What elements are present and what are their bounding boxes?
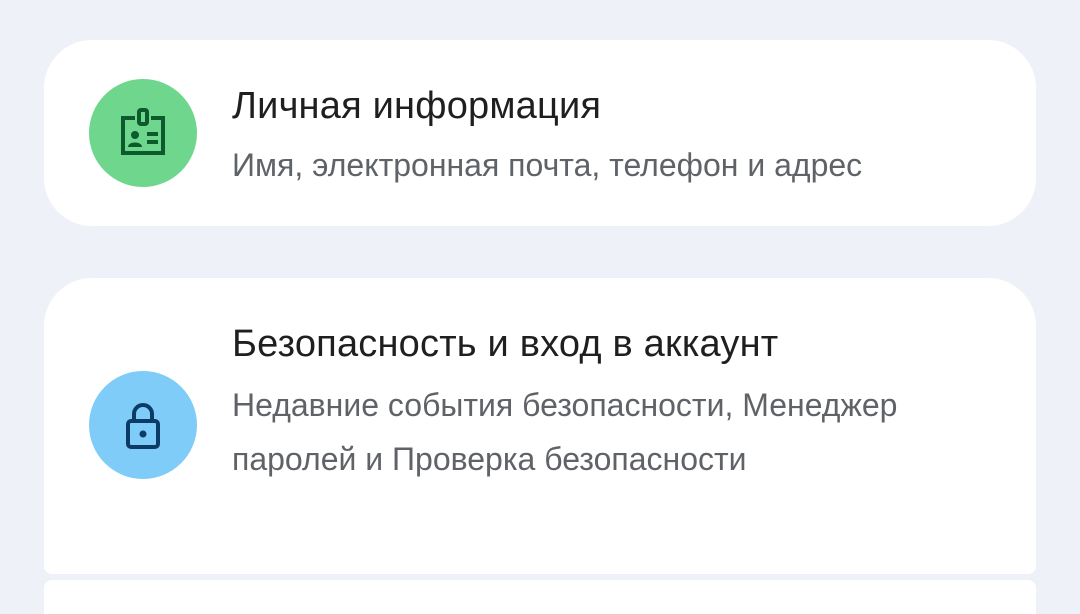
personal-info-text: Личная информация Имя, электронная почта…	[232, 82, 996, 192]
security-icon-circle	[89, 371, 197, 479]
security-title: Безопасность и вход в аккаунт	[232, 323, 779, 365]
badge-icon	[121, 108, 165, 155]
security-subtitle: Недавние события безопасности, Менеджер …	[232, 387, 898, 477]
security-text: Безопасность и вход в аккаунт Недавние с…	[232, 320, 996, 486]
account-settings-screen: Личная информация Имя, электронная почта…	[0, 0, 1080, 614]
security-card[interactable]: Безопасность и вход в аккаунт Недавние с…	[44, 278, 1036, 574]
lock-icon	[126, 403, 160, 449]
personal-info-card[interactable]: Личная информация Имя, электронная почта…	[44, 40, 1036, 226]
personal-info-title: Личная информация	[232, 85, 602, 127]
personal-info-subtitle: Имя, электронная почта, телефон и адрес	[232, 147, 863, 183]
next-card-partial[interactable]	[44, 580, 1036, 614]
personal-info-icon-circle	[89, 79, 197, 187]
